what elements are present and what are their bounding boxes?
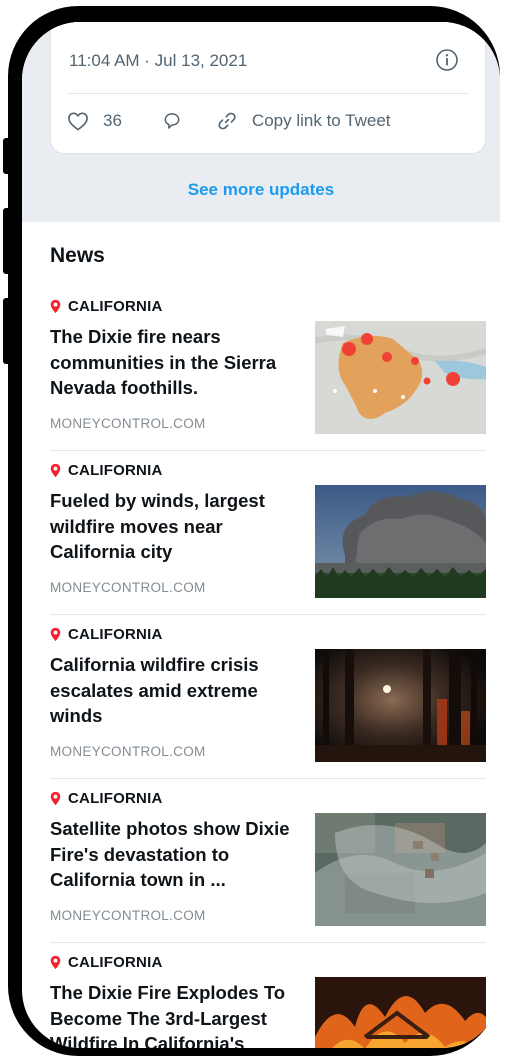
news-location-label: CALIFORNIA [68,626,163,643]
news-location: CALIFORNIA [50,462,163,479]
news-thumbnail-fire-map[interactable] [315,321,486,434]
news-divider [50,778,486,779]
location-pin-icon [50,791,61,806]
location-pin-icon [50,299,61,314]
tweet-divider [67,93,469,94]
news-headline[interactable]: The Dixie fire nears communities in the … [50,324,302,401]
news-location-label: CALIFORNIA [68,790,163,807]
news-thumbnail-satellite-smoke[interactable] [315,813,486,926]
news-headline[interactable]: California wildfire crisis escalates ami… [50,652,302,729]
news-location-label: CALIFORNIA [68,298,163,315]
news-source: MONEYCONTROL.COM [50,744,206,759]
location-pin-icon [50,463,61,478]
like-button[interactable]: 36 [67,111,122,131]
embedded-tweet-card[interactable]: 11:04 AM · Jul 13, 2021 36 Copy link to … [50,22,486,154]
news-location-label: CALIFORNIA [68,462,163,479]
copy-link-label: Copy link to Tweet [251,111,391,130]
info-icon[interactable] [435,48,459,72]
news-divider [50,614,486,615]
news-thumbnail-burning-house[interactable] [315,977,486,1048]
location-pin-icon [50,955,61,970]
news-divider [50,450,486,451]
news-headline[interactable]: Fueled by winds, largest wildfire moves … [50,488,302,565]
link-icon [218,112,236,130]
news-source: MONEYCONTROL.COM [50,416,206,431]
reply-bubble-icon [164,113,180,129]
updates-section: 11:04 AM · Jul 13, 2021 36 Copy link to … [22,22,500,222]
news-thumbnail-smoke-plume[interactable] [315,485,486,598]
news-divider [50,942,486,943]
copy-link-button[interactable]: Copy link to Tweet [216,110,391,132]
phone-screen: 11:04 AM · Jul 13, 2021 36 Copy link to … [22,22,500,1048]
see-more-updates-link[interactable]: See more updates [22,180,500,200]
news-section-title: News [50,244,105,267]
news-headline[interactable]: Satellite photos show Dixie Fire's devas… [50,816,302,893]
volume-up-button [3,208,11,274]
news-location: CALIFORNIA [50,790,163,807]
like-count: 36 [103,111,122,130]
news-source: MONEYCONTROL.COM [50,908,206,923]
news-thumbnail-night-forest-fire[interactable] [315,649,486,762]
news-location: CALIFORNIA [50,298,163,315]
news-location-label: CALIFORNIA [68,954,163,971]
reply-button[interactable] [162,111,182,131]
mute-switch [3,138,11,174]
heart-icon [68,112,88,131]
tweet-actions: 36 Copy link to Tweet [67,107,391,135]
news-location: CALIFORNIA [50,954,163,971]
tweet-timestamp[interactable]: 11:04 AM · Jul 13, 2021 [69,51,247,71]
news-headline[interactable]: The Dixie Fire Explodes To Become The 3r… [50,980,302,1048]
volume-down-button [3,298,11,364]
news-source: MONEYCONTROL.COM [50,580,206,595]
news-location: CALIFORNIA [50,626,163,643]
location-pin-icon [50,627,61,642]
